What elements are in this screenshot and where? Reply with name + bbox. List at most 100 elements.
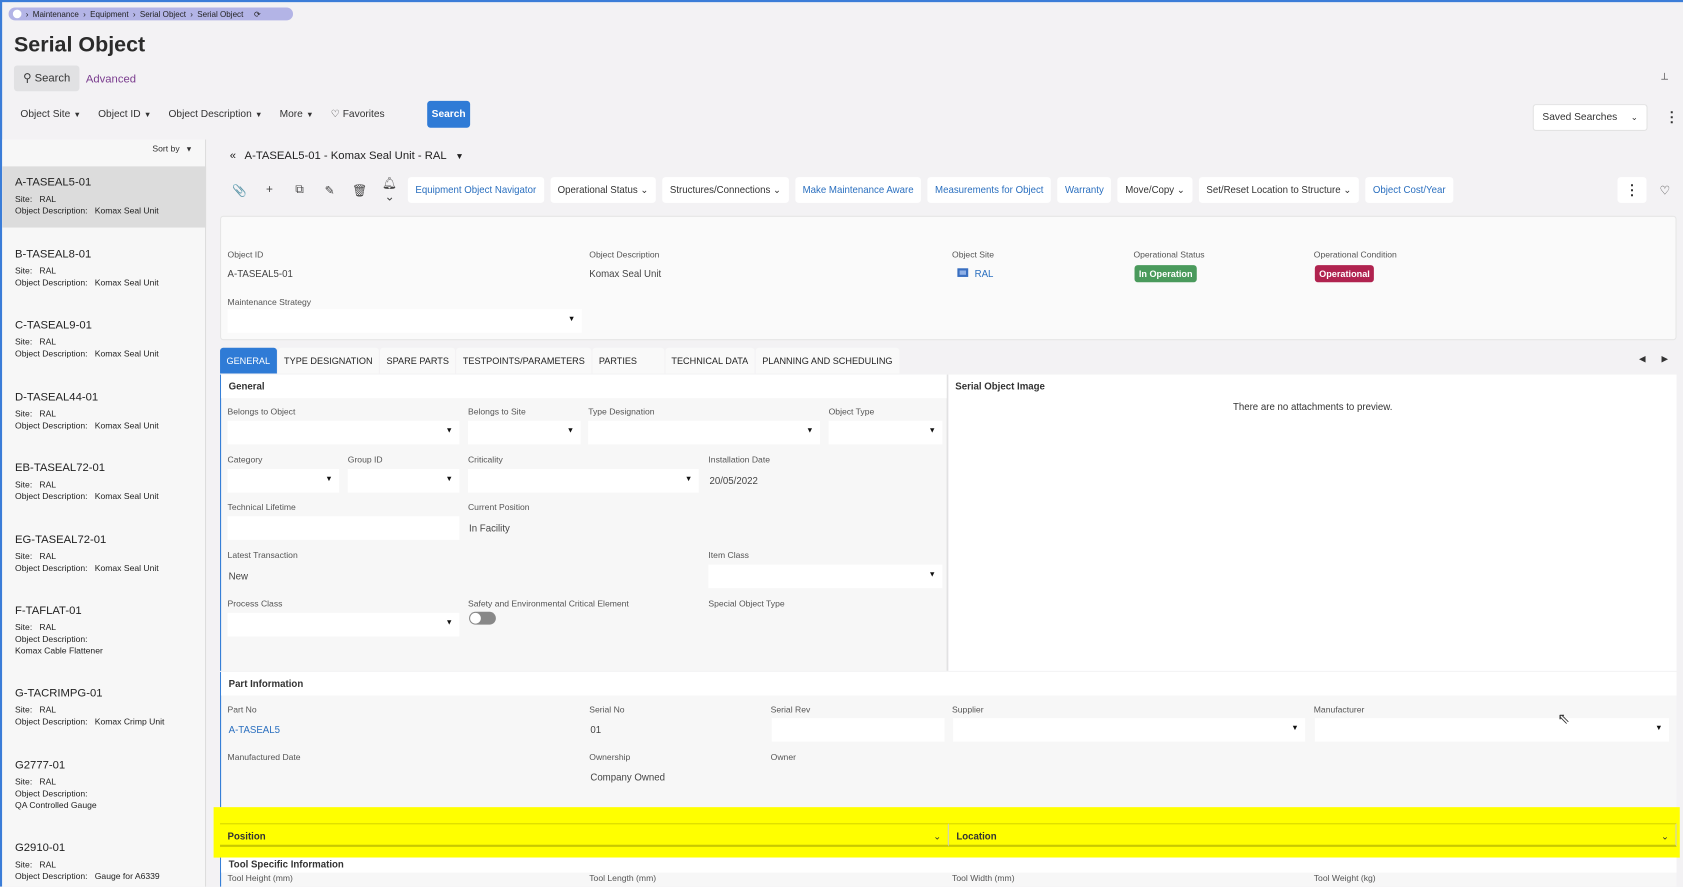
technical-lifetime-input[interactable] xyxy=(227,516,460,540)
object-type-select[interactable]: ▼ xyxy=(828,420,943,445)
filter-object-site[interactable]: Object Site ▼ xyxy=(20,108,81,120)
saved-searches-dropdown[interactable]: Saved Searches ⌄ xyxy=(1532,104,1648,131)
list-item[interactable]: B-TASEAL8-01 Site: RAL Object Description:… xyxy=(2,238,206,299)
more-commands-icon[interactable]: ⋮ xyxy=(1617,177,1647,203)
item-id: B-TASEAL8-01 xyxy=(15,247,92,261)
location-section-header[interactable]: Location ⌄ xyxy=(948,823,1677,847)
tab-general[interactable]: GENERAL xyxy=(220,347,277,374)
supplier-select[interactable]: ▼ xyxy=(953,718,1306,742)
favorite-heart-icon[interactable]: ♡ xyxy=(1653,183,1677,197)
object-cost-year-button[interactable]: Object Cost/Year xyxy=(1365,177,1454,203)
item-id: A-TASEAL5-01 xyxy=(15,176,92,189)
tab-parties[interactable]: PARTIES xyxy=(592,347,664,374)
search-mode-button[interactable]: ⚲ Search xyxy=(13,65,80,92)
serial-rev-input[interactable] xyxy=(771,718,945,742)
filter-bar: Object Site ▼ Object ID ▼ Object Descripti… xyxy=(20,108,384,120)
edit-icon[interactable]: ✎ xyxy=(318,183,342,197)
list-item[interactable]: F-TAFLAT-01 Site: RAL Object Description: K… xyxy=(2,595,206,668)
page-title: Serial Object xyxy=(13,33,146,57)
structures-connections-menu[interactable]: Structures/Connections ⌄ xyxy=(662,177,789,203)
set-reset-location-menu[interactable]: Set/Reset Location to Structure ⌄ xyxy=(1198,177,1359,203)
part-no-link[interactable]: A-TASEAL5 xyxy=(229,725,280,736)
list-item[interactable]: EG-TASEAL72-01 Site: RAL Object Descriptio… xyxy=(2,523,206,584)
notification-bell-icon[interactable]: 🔔︎⌄ xyxy=(378,176,402,204)
tab-testpoints-parameters[interactable]: TESTPOINTS/PARAMETERS xyxy=(456,347,592,374)
pin-icon[interactable]: ⊥ xyxy=(1660,71,1668,83)
filter-object-description[interactable]: Object Description ▼ xyxy=(168,108,262,120)
breadcrumb-equipment[interactable]: Equipment xyxy=(90,9,128,19)
maintenance-strategy-select[interactable]: ▼ xyxy=(227,309,582,333)
item-id: G-TACRIMPG-01 xyxy=(15,686,103,700)
belongs-to-object-select[interactable]: ▼ xyxy=(227,420,460,445)
filter-more[interactable]: More ▼ xyxy=(280,108,314,120)
item-description: Object Description: Komax Seal Unit xyxy=(15,348,159,359)
filter-object-id[interactable]: Object ID ▼ xyxy=(98,108,151,120)
list-item[interactable]: C-TASEAL9-01 Site: RAL Object Description:… xyxy=(2,309,206,370)
list-item[interactable]: D-TASEAL44-01 Site: RAL Object Description… xyxy=(2,380,206,441)
command-toolbar: 📎 + ⧉ ✎ 🗑 🔔︎⌄ Equipment Object Navigator… xyxy=(228,176,1677,204)
list-item[interactable]: G2777-01 Site: RAL Object Description: QA C… xyxy=(2,749,206,822)
tab-scroll-left-icon[interactable]: ◀ xyxy=(1639,354,1646,364)
duplicate-icon[interactable]: ⧉ xyxy=(288,183,312,197)
tab-bar: GENERAL TYPE DESIGNATION SPARE PARTS TES… xyxy=(220,347,899,374)
tool-width-label: Tool Width (mm) xyxy=(952,873,1015,884)
list-item[interactable]: G2910-01 Site: RAL Object Description: Gau… xyxy=(2,831,206,886)
belongs-to-site-select[interactable]: ▼ xyxy=(467,420,581,445)
heart-icon: ♡ xyxy=(330,108,340,121)
tab-type-designation[interactable]: TYPE DESIGNATION xyxy=(277,347,380,374)
tab-planning-scheduling[interactable]: PLANNING AND SCHEDULING xyxy=(755,347,899,374)
installation-date-value: 20/05/2022 xyxy=(709,475,758,487)
breadcrumb-maintenance[interactable]: Maintenance xyxy=(33,9,79,19)
attachment-icon[interactable]: 📎 xyxy=(228,183,252,197)
item-site: Site: RAL xyxy=(15,265,57,276)
collapse-list-icon[interactable]: « xyxy=(230,149,236,162)
search-button[interactable]: Search xyxy=(427,100,471,128)
operational-status-menu[interactable]: Operational Status ⌄ xyxy=(550,177,656,203)
refresh-icon[interactable]: ⟳ xyxy=(254,9,261,19)
item-description: Object Description: Komax Seal Unit xyxy=(15,420,159,430)
more-options-icon[interactable]: ⋮ xyxy=(1665,108,1679,125)
item-site: Site: RAL xyxy=(15,776,57,787)
record-selector-caret[interactable]: ▼ xyxy=(455,151,464,161)
breadcrumb-current: Serial Object xyxy=(197,9,244,19)
item-id: C-TASEAL9-01 xyxy=(15,318,92,332)
item-description: Object Description: Komax Seal Unit xyxy=(15,491,159,502)
favorites-button[interactable]: ♡ Favorites xyxy=(331,108,385,120)
tab-spare-parts[interactable]: SPARE PARTS xyxy=(380,347,456,374)
equipment-object-navigator-button[interactable]: Equipment Object Navigator xyxy=(407,177,544,203)
list-item[interactable]: EB-TASEAL72-01 Site: RAL Object Descriptio… xyxy=(2,452,206,513)
highlighted-collapsible-sections: Position ⌄ Location ⌄ xyxy=(213,807,1680,858)
add-icon[interactable]: + xyxy=(258,184,282,197)
item-site: Site: RAL xyxy=(15,479,57,490)
advanced-search-link[interactable]: Advanced xyxy=(86,73,136,86)
breadcrumb-serial-object[interactable]: Serial Object xyxy=(140,9,186,19)
list-item[interactable]: A-TASEAL5-01 Site: RAL Object Description:… xyxy=(2,166,207,228)
part-info-heading: Part Information xyxy=(221,671,1677,696)
tab-technical-data[interactable]: TECHNICAL DATA xyxy=(664,347,755,374)
latest-transaction-value: New xyxy=(228,571,248,582)
list-item[interactable]: G-TACRIMPG-01 Site: RAL Object Description… xyxy=(2,677,206,738)
manufacturer-select[interactable]: ▼ xyxy=(1314,718,1670,742)
group-id-select[interactable]: ▼ xyxy=(347,469,460,493)
tab-scroll-right-icon[interactable]: ▶ xyxy=(1662,354,1669,364)
move-copy-menu[interactable]: Move/Copy ⌄ xyxy=(1117,177,1193,203)
delete-icon[interactable]: 🗑 xyxy=(348,183,372,197)
measurements-button[interactable]: Measurements for Object xyxy=(927,177,1052,203)
home-icon[interactable] xyxy=(12,9,22,19)
criticality-select[interactable]: ▼ xyxy=(467,469,699,493)
item-class-select[interactable]: ▼ xyxy=(708,564,943,589)
object-site-link[interactable]: RAL xyxy=(957,268,993,279)
item-site: Site: RAL xyxy=(15,622,57,633)
item-id: G2777-01 xyxy=(15,758,66,772)
category-select[interactable]: ▼ xyxy=(227,469,340,493)
warranty-button[interactable]: Warranty xyxy=(1057,177,1112,203)
no-attachments-message: There are no attachments to preview. xyxy=(1232,401,1393,413)
process-class-select[interactable]: ▼ xyxy=(227,612,460,637)
sort-by-button[interactable]: Sort by ▼ xyxy=(152,144,192,154)
type-designation-select[interactable]: ▼ xyxy=(588,420,821,445)
safety-critical-toggle[interactable] xyxy=(469,611,496,625)
make-maintenance-aware-button[interactable]: Make Maintenance Aware xyxy=(795,177,922,203)
position-section-header[interactable]: Position ⌄ xyxy=(220,823,949,847)
item-description: Object Description: Komax Seal Unit xyxy=(15,562,159,573)
item-site: Site: RAL xyxy=(15,551,57,561)
